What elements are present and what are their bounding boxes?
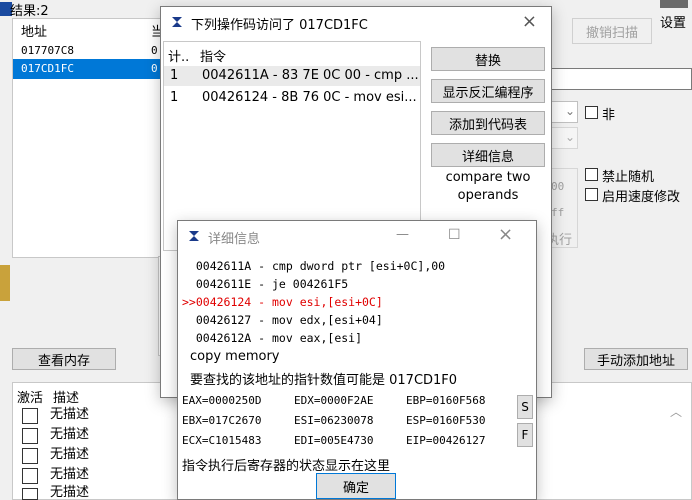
undo-scan-button[interactable]: 撤销扫描	[572, 18, 652, 44]
opcode-dialog-titlebar[interactable]: 下列操作码访问了 017CD1FC ×	[161, 7, 551, 37]
column-header-count[interactable]: 计..	[168, 46, 189, 65]
code-context-list: 0042611A - cmp dword ptr [esi+0C],00 004…	[182, 257, 522, 347]
close-icon[interactable]: ×	[522, 11, 537, 32]
range-start-value[interactable]: 00	[551, 180, 564, 193]
settings-label[interactable]: 设置	[660, 12, 686, 31]
left-edge-icon	[0, 265, 10, 301]
registers-panel: EAX=0000250D EDX=0000F2AE EBP=0160F568 EBX…	[182, 391, 518, 451]
register-value[interactable]: EDX=0000F2AE	[294, 391, 406, 411]
register-row: EBX=017C2670 ESI=06230078 ESP=0160F530	[182, 411, 518, 431]
column-header-address[interactable]: 地址	[21, 21, 47, 40]
register-value[interactable]: ESP=0160F530	[406, 414, 485, 427]
close-icon[interactable]: ×	[498, 224, 513, 245]
register-value[interactable]: EDI=005E4730	[294, 431, 406, 451]
code-line-highlighted: >>00426124 - mov esi,[esi+0C]	[182, 295, 383, 309]
settings-icon[interactable]	[660, 0, 688, 8]
code-line: 0042612A - mov eax,[esi]	[182, 331, 363, 345]
speedhack-label: 启用速度修改	[602, 190, 681, 205]
manual-add-address-button[interactable]: 手动添加地址	[584, 348, 688, 370]
result-value: 0	[151, 62, 158, 75]
code-line: 00426127 - mov edx,[esi+04]	[182, 313, 383, 327]
register-value[interactable]: EBP=0160F568	[406, 394, 485, 407]
results-row-selected[interactable]: 017CD1FC 0	[13, 59, 163, 79]
column-header-active[interactable]: 激活	[17, 387, 43, 406]
opcode-dialog-title: 下列操作码访问了 017CD1FC	[191, 18, 368, 33]
speedhack-checkbox[interactable]	[585, 188, 598, 201]
opcode-count: 1	[170, 68, 179, 83]
more-info-button[interactable]: 详细信息	[431, 143, 545, 167]
result-value: 0	[151, 44, 158, 57]
fpu-view-button[interactable]: F	[517, 423, 533, 447]
row-description: 无描述	[50, 485, 90, 500]
cheat-engine-logo-icon	[172, 17, 182, 27]
address-list-row[interactable]: 无描述	[20, 406, 170, 424]
address-list-row[interactable]: 无描述	[20, 446, 170, 464]
copy-memory-label[interactable]: copy memory	[190, 349, 280, 364]
pointer-hint: 要查找的该地址的指针数值可能是 017CD1F0	[190, 373, 458, 388]
results-row[interactable]: 017707C8 0	[13, 41, 163, 61]
row-description: 无描述	[50, 427, 90, 442]
disable-random-checkbox[interactable]	[585, 168, 598, 181]
replace-button[interactable]: 替换	[431, 47, 545, 71]
results-list[interactable]: 地址 当 017707C8 0 017CD1FC 0	[12, 18, 164, 258]
show-disassembler-button[interactable]: 显示反汇编程序	[431, 79, 545, 103]
not-label: 非	[602, 108, 616, 123]
column-header-instruction[interactable]: 指令	[200, 46, 226, 65]
register-row: ECX=C1015483 EDI=005E4730 EIP=00426127	[182, 431, 518, 451]
active-checkbox[interactable]	[22, 488, 38, 500]
view-memory-button[interactable]: 查看内存	[12, 348, 116, 370]
opcode-count: 1	[170, 90, 179, 105]
column-header-description[interactable]: 描述	[53, 387, 79, 406]
not-checkbox[interactable]	[585, 106, 598, 119]
code-line: 0042611A - cmp dword ptr [esi+0C],00	[182, 259, 446, 273]
footer-note: 指令执行后寄存器的状态显示在这里	[182, 459, 391, 474]
disable-random-label: 禁止随机	[602, 170, 655, 185]
result-address: 017CD1FC	[21, 62, 74, 75]
chevron-down-icon: ⌄	[565, 130, 576, 144]
range-end-value[interactable]: ff	[551, 206, 564, 219]
opcode-instruction: 0042611A - 83 7E 0C 00 - cmp ...	[202, 68, 419, 83]
minimize-icon[interactable]: —	[396, 227, 409, 242]
opcode-instruction: 00426124 - 8B 76 0C - mov esi...	[202, 90, 417, 105]
active-checkbox[interactable]	[22, 408, 38, 424]
address-list-row[interactable]: 无描述	[20, 426, 170, 444]
row-description: 无描述	[50, 407, 90, 422]
opcode-row[interactable]: 1 00426124 - 8B 76 0C - mov esi...	[164, 88, 420, 108]
opcode-row-selected[interactable]: 1 0042611A - 83 7E 0C 00 - cmp ...	[164, 66, 420, 86]
ok-button[interactable]: 确定	[316, 473, 396, 499]
add-to-codelist-button[interactable]: 添加到代码表	[431, 111, 545, 135]
scan-type-dropdown[interactable]: ⌄	[548, 101, 578, 123]
result-address: 017707C8	[21, 44, 74, 57]
register-row: EAX=0000250D EDX=0000F2AE EBP=0160F568	[182, 391, 518, 411]
detail-dialog-titlebar[interactable]: 详细信息 — ☐ ×	[178, 221, 536, 251]
code-line: 0042611E - je 004261F5	[182, 277, 349, 291]
results-count: 结果:2	[10, 4, 49, 19]
register-value[interactable]: EBX=017C2670	[182, 411, 294, 431]
register-value[interactable]: ESI=06230078	[294, 411, 406, 431]
detail-info-dialog: 详细信息 — ☐ × 0042611A - cmp dword ptr [esi…	[177, 220, 537, 500]
address-list-row[interactable]: 无描述	[20, 466, 170, 484]
maximize-icon[interactable]: ☐	[448, 227, 461, 243]
address-list-row[interactable]: 无描述	[20, 484, 170, 500]
value-input[interactable]	[548, 68, 692, 90]
register-value[interactable]: ECX=C1015483	[182, 431, 294, 451]
chevron-down-icon: ⌄	[565, 104, 576, 118]
scroll-up-icon[interactable]: ︿	[670, 403, 682, 420]
cheat-engine-logo-icon	[189, 231, 199, 241]
row-description: 无描述	[50, 447, 90, 462]
active-checkbox[interactable]	[22, 428, 38, 444]
stack-view-button[interactable]: S	[517, 395, 533, 419]
row-description: 无描述	[50, 467, 90, 482]
detail-dialog-title: 详细信息	[208, 232, 261, 247]
register-value[interactable]: EIP=00426127	[406, 434, 485, 447]
value-type-dropdown[interactable]: ⌄	[548, 127, 578, 149]
active-checkbox[interactable]	[22, 448, 38, 464]
register-value[interactable]: EAX=0000250D	[182, 391, 294, 411]
active-checkbox[interactable]	[22, 468, 38, 484]
instruction-description: compare two operands	[445, 170, 531, 203]
